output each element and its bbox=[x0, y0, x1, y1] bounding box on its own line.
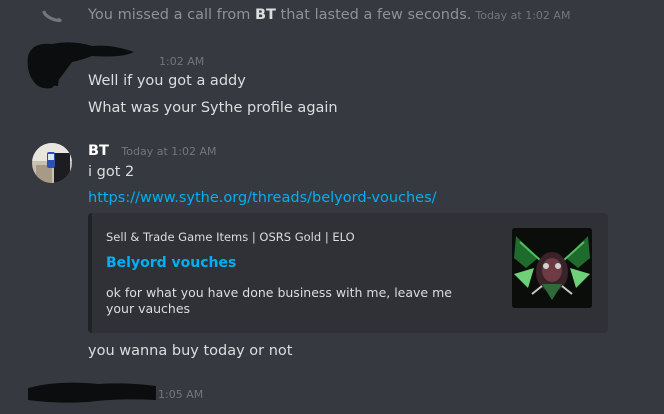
embed-provider[interactable]: Sell & Trade Game Items | OSRS Gold | EL… bbox=[106, 230, 355, 244]
link-embed: Sell & Trade Game Items | OSRS Gold | EL… bbox=[88, 213, 608, 333]
message-timestamp: 1:05 AM bbox=[158, 388, 204, 401]
message-text: Well if you got a addy bbox=[88, 73, 246, 89]
caller-name[interactable]: BT bbox=[255, 7, 276, 23]
missed-call-notice: You missed a call from BT that lasted a … bbox=[88, 7, 570, 23]
call-prefix: You missed a call from bbox=[88, 7, 255, 23]
message-link[interactable]: https://www.sythe.org/threads/belyord-vo… bbox=[88, 190, 437, 206]
embed-description: ok for what you have done business with … bbox=[106, 285, 452, 316]
embed-title[interactable]: Belyord vouches bbox=[106, 255, 236, 271]
message-text: What was your Sythe profile again bbox=[88, 100, 338, 116]
call-suffix: that lasted a few seconds. bbox=[275, 7, 472, 23]
avatar[interactable] bbox=[32, 143, 72, 183]
message-timestamp: 1:02 AM bbox=[159, 55, 205, 68]
redacted-author-scribble bbox=[28, 380, 158, 410]
phone-icon bbox=[40, 4, 64, 28]
call-timestamp: Today at 1:02 AM bbox=[475, 9, 571, 22]
message-text: you wanna buy today or not bbox=[88, 343, 293, 359]
author-name[interactable]: BT bbox=[88, 143, 109, 159]
message-text: i got 2 bbox=[88, 164, 135, 180]
message-timestamp: Today at 1:02 AM bbox=[121, 145, 217, 158]
message-header: BT Today at 1:02 AM bbox=[88, 143, 216, 159]
embed-thumbnail[interactable] bbox=[512, 228, 592, 308]
